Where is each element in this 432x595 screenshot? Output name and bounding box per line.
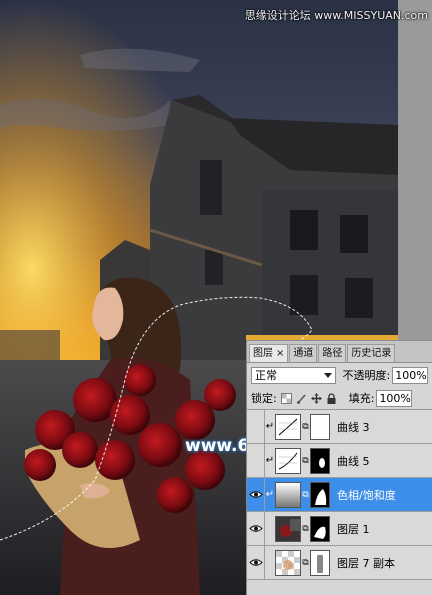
layer-mask-thumb — [310, 515, 330, 542]
visibility-toggle[interactable] — [247, 410, 265, 443]
checker-icon[interactable] — [281, 392, 293, 404]
eye-icon[interactable] — [247, 546, 265, 579]
dropdown-arrow-icon — [324, 369, 333, 382]
layer-name: 图层 1 — [337, 522, 370, 536]
layer-row-hue-saturation[interactable]: ↵ ⧉ 色相/饱和度 — [247, 478, 432, 512]
layer-row-layer-1[interactable]: ⧉ 图层 1 — [247, 512, 432, 546]
blend-options-row: 正常 不透明度: 100% — [247, 363, 432, 387]
chain-link-icon[interactable]: ⧉ — [301, 422, 310, 432]
fill-label: 填充: — [348, 392, 375, 405]
layer-row-curves-5[interactable]: ↵ ⧉ 曲线 5 — [247, 444, 432, 478]
tab-layers-label: 图层 — [253, 348, 273, 359]
layer-name: 色相/饱和度 — [337, 488, 396, 502]
panel-tabs: 图层 × 通道 路径 历史记录 — [247, 341, 432, 363]
clip-arrow-icon: ↵ — [265, 421, 275, 432]
layer-name: 曲线 3 — [337, 420, 370, 434]
lock-row: 锁定: 填充: 100% — [247, 387, 432, 410]
layer-row-layer-7-copy[interactable]: ⧉ 图层 7 副本 — [247, 546, 432, 580]
photo-layer-thumb — [275, 515, 301, 542]
layer-mask-thumb — [310, 447, 330, 474]
workspace-background — [398, 0, 432, 340]
visibility-toggle[interactable] — [247, 444, 265, 477]
opacity-label: 不透明度: — [342, 369, 391, 382]
eye-icon[interactable] — [247, 512, 265, 545]
lock-label: 锁定: — [251, 392, 277, 405]
blend-mode-value: 正常 — [255, 369, 277, 382]
layer-mask-thumb — [310, 413, 330, 440]
tab-layers[interactable]: 图层 × — [249, 344, 289, 362]
brush-icon[interactable] — [296, 392, 308, 404]
layer-name: 图层 7 副本 — [337, 556, 395, 570]
hue-adjustment-thumb — [275, 481, 301, 508]
chain-link-icon[interactable]: ⧉ — [301, 456, 310, 466]
layer-mask-thumb — [310, 549, 330, 576]
watermark-top: 思缘设计论坛 www.MISSYUAN.com — [244, 9, 428, 22]
move-icon[interactable] — [311, 392, 323, 404]
layers-list: ↵ ⧉ 曲线 3 ↵ ⧉ 曲线 5 ↵ ⧉ 色相/饱和度 ⧉ 图层 1 ⧉ 图层… — [247, 410, 432, 580]
tab-channels[interactable]: 通道 — [289, 344, 318, 362]
curves-adjustment-thumb — [275, 447, 301, 474]
tab-history[interactable]: 历史记录 — [347, 344, 396, 362]
fill-field[interactable]: 100% — [376, 389, 413, 407]
layer-mask-thumb — [310, 481, 330, 508]
layers-panel: 图层 × 通道 路径 历史记录 正常 不透明度: 100% 锁定: 填充: 100… — [246, 340, 432, 595]
clip-arrow-icon: ↵ — [265, 489, 275, 500]
transparent-layer-thumb — [275, 549, 301, 576]
eye-icon[interactable] — [247, 478, 265, 511]
layer-name: 曲线 5 — [337, 454, 370, 468]
chain-link-icon[interactable]: ⧉ — [301, 490, 310, 500]
chain-link-icon[interactable]: ⧉ — [301, 558, 310, 568]
tab-paths[interactable]: 路径 — [318, 344, 347, 362]
chain-link-icon[interactable]: ⧉ — [301, 524, 310, 534]
blend-mode-select[interactable]: 正常 — [251, 366, 337, 384]
clip-arrow-icon: ↵ — [265, 455, 275, 466]
lock-icon[interactable] — [326, 392, 338, 404]
close-icon[interactable]: × — [276, 348, 284, 359]
curves-adjustment-thumb — [275, 413, 301, 440]
layer-row-curves-3[interactable]: ↵ ⧉ 曲线 3 — [247, 410, 432, 444]
opacity-field[interactable]: 100% — [392, 366, 428, 384]
